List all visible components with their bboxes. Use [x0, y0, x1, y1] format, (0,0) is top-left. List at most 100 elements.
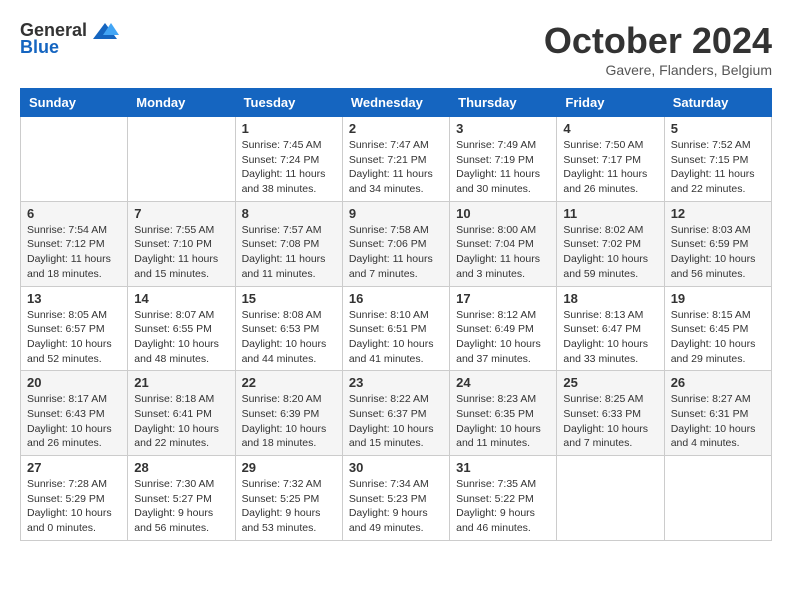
calendar-week-3: 13Sunrise: 8:05 AMSunset: 6:57 PMDayligh… — [21, 286, 772, 371]
calendar-cell: 1 Sunrise: 7:45 AMSunset: 7:24 PMDaylight… — [235, 117, 342, 202]
calendar-cell: 20Sunrise: 8:17 AMSunset: 6:43 PMDayligh… — [21, 371, 128, 456]
calendar-cell: 22 Sunrise: 8:20 AMSunset: 6:39 PMDayligh… — [235, 371, 342, 456]
day-info: Sunrise: 8:25 AMSunset: 6:33 PMDaylight:… — [563, 392, 657, 451]
day-number: 15 — [242, 291, 336, 306]
day-number: 18 — [563, 291, 657, 306]
day-number: 9 — [349, 206, 443, 221]
day-info: Sunrise: 7:47 AMSunset: 7:21 PMDaylight:… — [349, 138, 443, 197]
header-saturday: Saturday — [664, 89, 771, 117]
day-info: Sunrise: 8:03 AMSunset: 6:59 PMDaylight:… — [671, 223, 765, 282]
header-sunday: Sunday — [21, 89, 128, 117]
calendar-header-row: Sunday Monday Tuesday Wednesday Thursday… — [21, 89, 772, 117]
day-info: Sunrise: 7:34 AMSunset: 5:23 PMDaylight:… — [349, 477, 443, 536]
month-title: October 2024 — [544, 20, 772, 62]
day-number: 5 — [671, 121, 765, 136]
calendar-cell: 11 Sunrise: 8:02 AMSunset: 7:02 PMDayligh… — [557, 201, 664, 286]
day-info: Sunrise: 8:12 AMSunset: 6:49 PMDaylight:… — [456, 308, 550, 367]
day-number: 21 — [134, 375, 228, 390]
calendar-cell: 26 Sunrise: 8:27 AMSunset: 6:31 PMDayligh… — [664, 371, 771, 456]
day-number: 30 — [349, 460, 443, 475]
day-info: Sunrise: 8:27 AMSunset: 6:31 PMDaylight:… — [671, 392, 765, 451]
calendar-cell: 17 Sunrise: 8:12 AMSunset: 6:49 PMDayligh… — [450, 286, 557, 371]
day-info: Sunrise: 8:15 AMSunset: 6:45 PMDaylight:… — [671, 308, 765, 367]
calendar-cell: 15 Sunrise: 8:08 AMSunset: 6:53 PMDayligh… — [235, 286, 342, 371]
day-number: 11 — [563, 206, 657, 221]
calendar-cell: 4 Sunrise: 7:50 AMSunset: 7:17 PMDaylight… — [557, 117, 664, 202]
day-number: 23 — [349, 375, 443, 390]
calendar-table: Sunday Monday Tuesday Wednesday Thursday… — [20, 88, 772, 541]
day-info: Sunrise: 7:54 AMSunset: 7:12 PMDaylight:… — [27, 223, 121, 282]
calendar-cell: 28Sunrise: 7:30 AMSunset: 5:27 PMDayligh… — [128, 456, 235, 541]
header-tuesday: Tuesday — [235, 89, 342, 117]
day-number: 12 — [671, 206, 765, 221]
day-number: 4 — [563, 121, 657, 136]
day-number: 3 — [456, 121, 550, 136]
calendar-cell: 3 Sunrise: 7:49 AMSunset: 7:19 PMDaylight… — [450, 117, 557, 202]
calendar-week-1: 1 Sunrise: 7:45 AMSunset: 7:24 PMDaylight… — [21, 117, 772, 202]
day-info: Sunrise: 8:18 AMSunset: 6:41 PMDaylight:… — [134, 392, 228, 451]
calendar-cell: 5 Sunrise: 7:52 AMSunset: 7:15 PMDaylight… — [664, 117, 771, 202]
day-number: 29 — [242, 460, 336, 475]
day-number: 10 — [456, 206, 550, 221]
day-info: Sunrise: 7:28 AMSunset: 5:29 PMDaylight:… — [27, 477, 121, 536]
header-wednesday: Wednesday — [342, 89, 449, 117]
day-info: Sunrise: 7:45 AMSunset: 7:24 PMDaylight:… — [242, 138, 336, 197]
calendar-cell — [21, 117, 128, 202]
day-number: 26 — [671, 375, 765, 390]
day-number: 8 — [242, 206, 336, 221]
day-info: Sunrise: 8:17 AMSunset: 6:43 PMDaylight:… — [27, 392, 121, 451]
day-number: 7 — [134, 206, 228, 221]
day-info: Sunrise: 7:57 AMSunset: 7:08 PMDaylight:… — [242, 223, 336, 282]
day-number: 6 — [27, 206, 121, 221]
calendar-cell: 2 Sunrise: 7:47 AMSunset: 7:21 PMDaylight… — [342, 117, 449, 202]
title-area: October 2024 Gavere, Flanders, Belgium — [544, 20, 772, 78]
calendar-cell: 18Sunrise: 8:13 AMSunset: 6:47 PMDayligh… — [557, 286, 664, 371]
calendar-cell: 6 Sunrise: 7:54 AMSunset: 7:12 PMDaylight… — [21, 201, 128, 286]
day-info: Sunrise: 7:32 AMSunset: 5:25 PMDaylight:… — [242, 477, 336, 536]
calendar-cell: 21 Sunrise: 8:18 AMSunset: 6:41 PMDayligh… — [128, 371, 235, 456]
calendar-cell: 12 Sunrise: 8:03 AMSunset: 6:59 PMDayligh… — [664, 201, 771, 286]
day-number: 13 — [27, 291, 121, 306]
page-header: General Blue October 2024 Gavere, Flande… — [20, 20, 772, 78]
day-number: 22 — [242, 375, 336, 390]
day-info: Sunrise: 7:50 AMSunset: 7:17 PMDaylight:… — [563, 138, 657, 197]
calendar-cell: 24 Sunrise: 8:23 AMSunset: 6:35 PMDayligh… — [450, 371, 557, 456]
day-number: 31 — [456, 460, 550, 475]
logo-icon — [91, 21, 119, 41]
day-number: 24 — [456, 375, 550, 390]
calendar-cell — [557, 456, 664, 541]
day-number: 2 — [349, 121, 443, 136]
day-info: Sunrise: 7:52 AMSunset: 7:15 PMDaylight:… — [671, 138, 765, 197]
day-info: Sunrise: 8:00 AMSunset: 7:04 PMDaylight:… — [456, 223, 550, 282]
day-number: 14 — [134, 291, 228, 306]
calendar-cell — [128, 117, 235, 202]
day-info: Sunrise: 7:49 AMSunset: 7:19 PMDaylight:… — [456, 138, 550, 197]
day-number: 28 — [134, 460, 228, 475]
day-info: Sunrise: 8:20 AMSunset: 6:39 PMDaylight:… — [242, 392, 336, 451]
header-friday: Friday — [557, 89, 664, 117]
logo-blue-text: Blue — [20, 37, 59, 58]
day-number: 25 — [563, 375, 657, 390]
day-info: Sunrise: 8:02 AMSunset: 7:02 PMDaylight:… — [563, 223, 657, 282]
calendar-cell: 13Sunrise: 8:05 AMSunset: 6:57 PMDayligh… — [21, 286, 128, 371]
day-info: Sunrise: 7:55 AMSunset: 7:10 PMDaylight:… — [134, 223, 228, 282]
day-number: 1 — [242, 121, 336, 136]
calendar-week-2: 6 Sunrise: 7:54 AMSunset: 7:12 PMDaylight… — [21, 201, 772, 286]
calendar-cell: 7 Sunrise: 7:55 AMSunset: 7:10 PMDaylight… — [128, 201, 235, 286]
day-info: Sunrise: 8:22 AMSunset: 6:37 PMDaylight:… — [349, 392, 443, 451]
calendar-cell: 25 Sunrise: 8:25 AMSunset: 6:33 PMDayligh… — [557, 371, 664, 456]
calendar-cell: 23 Sunrise: 8:22 AMSunset: 6:37 PMDayligh… — [342, 371, 449, 456]
calendar-cell: 16Sunrise: 8:10 AMSunset: 6:51 PMDayligh… — [342, 286, 449, 371]
header-monday: Monday — [128, 89, 235, 117]
day-info: Sunrise: 8:08 AMSunset: 6:53 PMDaylight:… — [242, 308, 336, 367]
day-info: Sunrise: 7:35 AMSunset: 5:22 PMDaylight:… — [456, 477, 550, 536]
calendar-week-4: 20Sunrise: 8:17 AMSunset: 6:43 PMDayligh… — [21, 371, 772, 456]
calendar-cell: 14Sunrise: 8:07 AMSunset: 6:55 PMDayligh… — [128, 286, 235, 371]
day-info: Sunrise: 8:23 AMSunset: 6:35 PMDaylight:… — [456, 392, 550, 451]
day-number: 17 — [456, 291, 550, 306]
calendar-cell: 30 Sunrise: 7:34 AMSunset: 5:23 PMDayligh… — [342, 456, 449, 541]
day-number: 19 — [671, 291, 765, 306]
calendar-week-5: 27Sunrise: 7:28 AMSunset: 5:29 PMDayligh… — [21, 456, 772, 541]
calendar-cell: 8 Sunrise: 7:57 AMSunset: 7:08 PMDaylight… — [235, 201, 342, 286]
calendar-cell: 31 Sunrise: 7:35 AMSunset: 5:22 PMDayligh… — [450, 456, 557, 541]
